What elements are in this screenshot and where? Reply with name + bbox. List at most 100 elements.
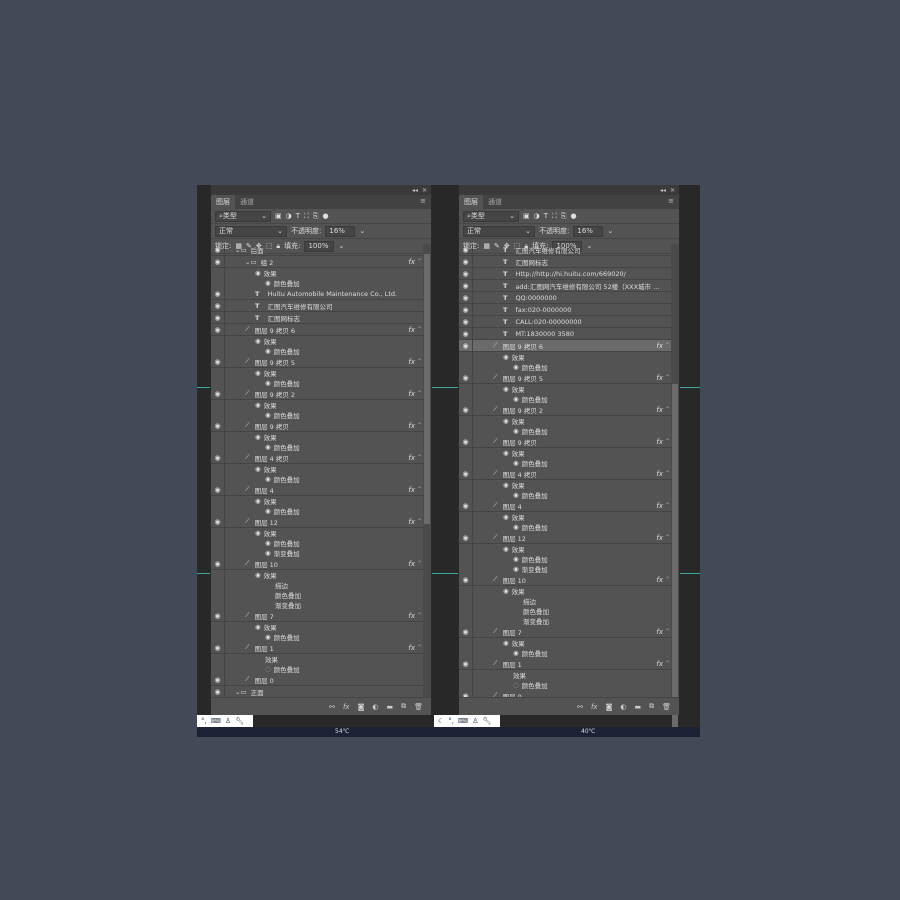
visibility-eye-icon[interactable] [211, 600, 225, 610]
opacity-input[interactable]: 16% [325, 225, 356, 237]
expand-effects-icon[interactable]: ⌃ [417, 560, 422, 567]
fx-icon[interactable]: fx [408, 326, 415, 334]
visibility-eye-icon[interactable] [211, 548, 225, 558]
new-layer-icon[interactable]: ⧉ [401, 702, 406, 711]
effect-eye-icon[interactable]: ◉ [255, 269, 261, 277]
filter-toggle-icon[interactable]: ● [571, 212, 577, 220]
visibility-eye-icon[interactable] [459, 394, 473, 404]
layer-row[interactable]: ◉ ⟋ 图层 4 拷贝 fx ⌃ [211, 452, 423, 464]
layer-row[interactable]: ◉ ⟋ 图层 12 fx ⌃ [459, 532, 671, 544]
visibility-eye-icon[interactable] [459, 352, 473, 362]
visibility-eye-icon[interactable]: ◉ [459, 574, 473, 585]
layer-row[interactable]: ◉ T CALL:020-00000000 [459, 316, 671, 328]
visibility-eye-icon[interactable]: ◉ [459, 244, 473, 255]
visibility-eye-icon[interactable]: ◉ [211, 610, 225, 621]
layer-row[interactable]: ◉ ⟋ 图层 1 fx ⌃ [211, 642, 423, 654]
layer-effect-item[interactable]: ◉ 效果 [459, 586, 671, 596]
effect-eye-icon[interactable]: ◉ [503, 545, 509, 553]
scrollbar-thumb[interactable] [424, 254, 430, 524]
visibility-eye-icon[interactable] [211, 400, 225, 410]
layer-row[interactable]: ◉ ⌄▭ 正面 [211, 686, 423, 697]
visibility-eye-icon[interactable]: ◉ [211, 674, 225, 685]
add-mask-icon[interactable]: ◙ [358, 703, 365, 711]
expand-effects-icon[interactable]: ⌃ [665, 438, 670, 445]
layer-effect-item[interactable]: ◉ 渐变叠加 [459, 564, 671, 574]
layer-effect-item[interactable]: ◉ 颜色叠加 [211, 378, 423, 388]
visibility-eye-icon[interactable] [211, 278, 225, 288]
layer-row[interactable]: ◉ ⟋ 图层 9 拷贝 6 fx ⌃ [211, 324, 423, 336]
visibility-eye-icon[interactable]: ◉ [459, 690, 473, 697]
visibility-eye-icon[interactable]: ◉ [459, 436, 473, 447]
layer-row[interactable]: ◉ ⌄▭ 后面 [211, 244, 423, 256]
layer-effect-item[interactable]: 描边 [211, 580, 423, 590]
visibility-eye-icon[interactable]: ◉ [459, 292, 473, 303]
effect-eye-icon[interactable]: ◉ [265, 279, 271, 287]
visibility-eye-icon[interactable] [211, 570, 225, 580]
visibility-eye-icon[interactable]: ◉ [459, 626, 473, 637]
layer-effect-item[interactable]: ◉ 颜色叠加 [459, 554, 671, 564]
visibility-eye-icon[interactable]: ◉ [211, 300, 225, 311]
layer-effect-item[interactable]: ◉ 效果 [459, 384, 671, 394]
effect-eye-icon[interactable]: ◉ [255, 529, 261, 537]
expand-effects-icon[interactable]: ⌃ [417, 258, 422, 265]
layer-effect-item[interactable]: ◉ 效果 [459, 512, 671, 522]
filter-type-select[interactable]: ⌕类型 ⌄ [215, 210, 271, 222]
effect-eye-icon[interactable]: ◉ [513, 523, 519, 531]
image-filter-icon[interactable]: ▣ [275, 212, 282, 220]
expand-effects-icon[interactable]: ⌃ [665, 406, 670, 413]
visibility-eye-icon[interactable]: ◉ [459, 658, 473, 669]
visibility-eye-icon[interactable] [459, 554, 473, 564]
visibility-eye-icon[interactable]: ◉ [459, 304, 473, 315]
visibility-eye-icon[interactable] [211, 346, 225, 356]
punctuation-icon[interactable]: °, [448, 717, 454, 725]
expand-effects-icon[interactable]: ⌃ [417, 390, 422, 397]
text-filter-icon[interactable]: T [296, 212, 300, 220]
layer-effect-item[interactable]: ◉ 颜色叠加 [459, 426, 671, 436]
visibility-eye-icon[interactable]: ◉ [459, 404, 473, 415]
visibility-eye-icon[interactable] [211, 442, 225, 452]
layer-row[interactable]: ◉ ⟋ 图层 9 拷贝 5 fx ⌃ [459, 372, 671, 384]
layer-row[interactable]: ◉ ⟋ 图层 9 拷贝 5 fx ⌃ [211, 356, 423, 368]
fx-icon[interactable]: fx [656, 438, 663, 446]
effect-eye-icon[interactable]: ◉ [255, 465, 261, 473]
visibility-eye-icon[interactable] [459, 426, 473, 436]
layer-effect-item[interactable]: ◉ 效果 [459, 352, 671, 362]
visibility-eye-icon[interactable]: ◉ [211, 256, 225, 267]
visibility-eye-icon[interactable] [459, 416, 473, 426]
fx-icon[interactable]: fx [656, 470, 663, 478]
adjustment-layer-icon[interactable]: ◐ [620, 703, 626, 711]
visibility-eye-icon[interactable]: ◉ [211, 484, 225, 495]
collapse-icon[interactable]: ◂◂ [412, 187, 418, 194]
visibility-eye-icon[interactable]: ◉ [459, 316, 473, 327]
expand-effects-icon[interactable]: ⌃ [417, 422, 422, 429]
adjustment-filter-icon[interactable]: ◑ [534, 212, 540, 220]
visibility-eye-icon[interactable] [211, 464, 225, 474]
visibility-eye-icon[interactable]: ◉ [459, 372, 473, 383]
layer-effect-item[interactable]: ◉ 颜色叠加 [211, 506, 423, 516]
layer-row[interactable]: ◉ ⟋ 图层 10 fx ⌃ [211, 558, 423, 570]
visibility-eye-icon[interactable] [211, 664, 225, 674]
layer-row[interactable]: ◉ ⌄▭ 组 2 fx ⌃ [211, 256, 423, 268]
expand-effects-icon[interactable]: ⌃ [665, 374, 670, 381]
visibility-eye-icon[interactable]: ◉ [459, 280, 473, 291]
text-filter-icon[interactable]: T [544, 212, 548, 220]
visibility-eye-icon[interactable] [211, 632, 225, 642]
layer-row[interactable]: ◉ ⟋ 图层 0 [459, 690, 671, 697]
punctuation-icon[interactable]: °, [201, 717, 207, 725]
expand-effects-icon[interactable]: ⌃ [417, 644, 422, 651]
layer-effect-item[interactable]: 渐变叠加 [211, 600, 423, 610]
layer-effect-item[interactable]: ◉ 效果 [211, 432, 423, 442]
layer-row[interactable]: ◉ T 汇图汽车维修有限公司 [211, 300, 423, 312]
layer-row[interactable]: ◉ Tfax:020-0000000 [459, 304, 671, 316]
visibility-eye-icon[interactable] [459, 512, 473, 522]
effect-eye-icon[interactable]: ◉ [503, 587, 509, 595]
new-group-icon[interactable]: ▬ [386, 703, 393, 711]
effect-eye-icon[interactable]: ◉ [265, 475, 271, 483]
layer-effect-item[interactable]: ◉ 效果 [459, 448, 671, 458]
tab-channels[interactable]: 通道 [483, 195, 507, 209]
layer-row[interactable]: ◉ ⟋ 图层 7 fx ⌃ [459, 626, 671, 638]
fx-icon[interactable]: fx [408, 422, 415, 430]
layer-effect-item[interactable]: ◉ 效果 [459, 480, 671, 490]
layer-row[interactable]: ◉ ⟋ 图层 7 fx ⌃ [211, 610, 423, 622]
visibility-eye-icon[interactable] [459, 680, 473, 690]
